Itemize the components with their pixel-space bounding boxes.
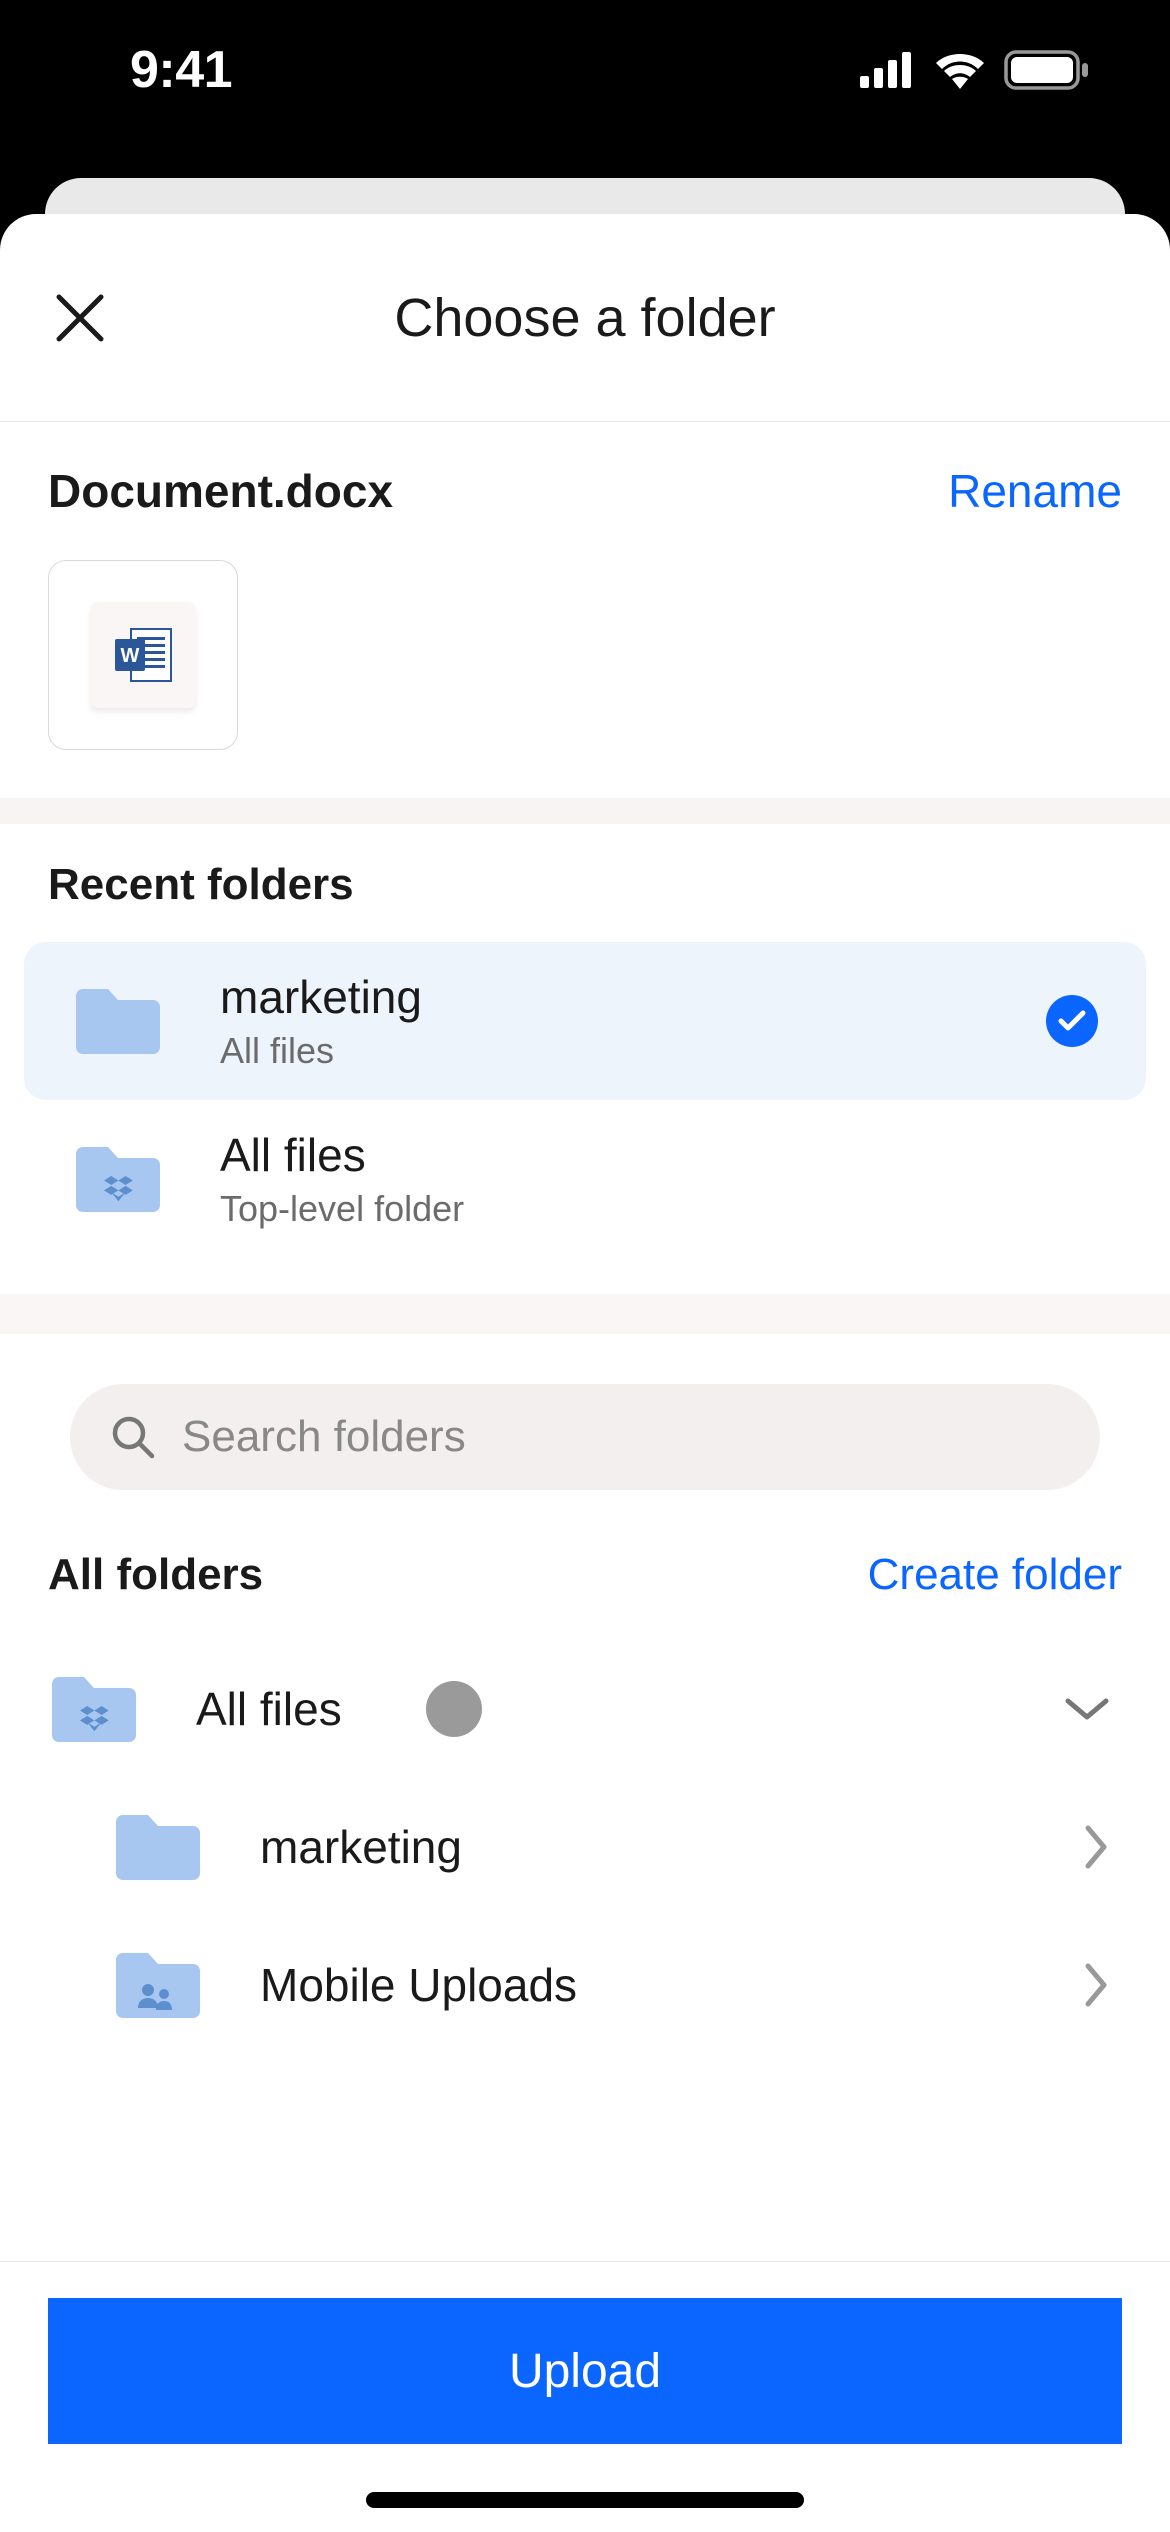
selected-check-icon — [1046, 995, 1098, 1047]
sheet-title: Choose a folder — [0, 287, 1170, 349]
chevron-down-icon[interactable] — [1064, 1695, 1110, 1723]
recent-folder-path: Top-level folder — [220, 1188, 1098, 1230]
tree-label: All files — [196, 1682, 342, 1736]
recent-folders-title: Recent folders — [0, 860, 1170, 942]
recent-folder-item[interactable]: All files Top-level folder — [24, 1100, 1146, 1258]
file-thumbnail[interactable]: W — [48, 560, 238, 750]
home-indicator[interactable] — [366, 2492, 804, 2508]
recent-folder-item[interactable]: marketing All files — [24, 942, 1146, 1100]
recent-folder-path: All files — [220, 1030, 1046, 1072]
status-icons — [860, 50, 1090, 90]
all-folders-title: All folders — [48, 1550, 263, 1600]
tree-label: Mobile Uploads — [260, 1958, 577, 2012]
recent-folder-name: marketing — [220, 970, 1046, 1024]
loading-indicator — [426, 1681, 482, 1737]
close-button[interactable] — [48, 286, 112, 350]
search-icon — [110, 1414, 156, 1460]
tree-row-mobile-uploads[interactable]: Mobile Uploads — [48, 1916, 1122, 2054]
section-divider — [0, 1294, 1170, 1334]
shared-folder-icon — [112, 1948, 204, 2022]
wifi-icon — [934, 51, 986, 89]
upload-button[interactable]: Upload — [48, 2298, 1122, 2444]
rename-button[interactable]: Rename — [948, 464, 1122, 518]
svg-text:W: W — [121, 645, 140, 667]
tree-row-all-files[interactable]: All files — [48, 1640, 1122, 1778]
section-divider — [0, 798, 1170, 824]
file-section: Document.docx Rename W — [0, 422, 1170, 798]
recent-folders-section: Recent folders marketing All files All f… — [0, 824, 1170, 1258]
folder-icon — [72, 984, 164, 1058]
dropbox-folder-icon — [72, 1142, 164, 1216]
cellular-icon — [860, 52, 916, 88]
folder-tree: All files marketing Mobile Uploads — [0, 1640, 1170, 2054]
sheet-header: Choose a folder — [0, 214, 1170, 422]
close-icon — [53, 291, 107, 345]
search-input[interactable]: Search folders — [70, 1384, 1100, 1490]
tree-label: marketing — [260, 1820, 462, 1874]
search-section: Search folders — [0, 1334, 1170, 1530]
battery-icon — [1004, 50, 1090, 90]
word-doc-icon: W — [90, 602, 196, 708]
status-time: 9:41 — [130, 40, 232, 100]
chevron-right-icon[interactable] — [1082, 1962, 1110, 2008]
dropbox-folder-icon — [48, 1672, 140, 1746]
chevron-right-icon[interactable] — [1082, 1824, 1110, 1870]
create-folder-button[interactable]: Create folder — [868, 1550, 1122, 1600]
folder-icon — [112, 1810, 204, 1884]
all-folders-header: All folders Create folder — [0, 1530, 1170, 1640]
status-bar: 9:41 — [0, 0, 1170, 140]
search-placeholder: Search folders — [182, 1412, 466, 1462]
tree-row-marketing[interactable]: marketing — [48, 1778, 1122, 1916]
modal-sheet: Choose a folder Document.docx Rename W R… — [0, 214, 1170, 2532]
recent-folder-name: All files — [220, 1128, 1098, 1182]
file-name: Document.docx — [48, 464, 393, 518]
